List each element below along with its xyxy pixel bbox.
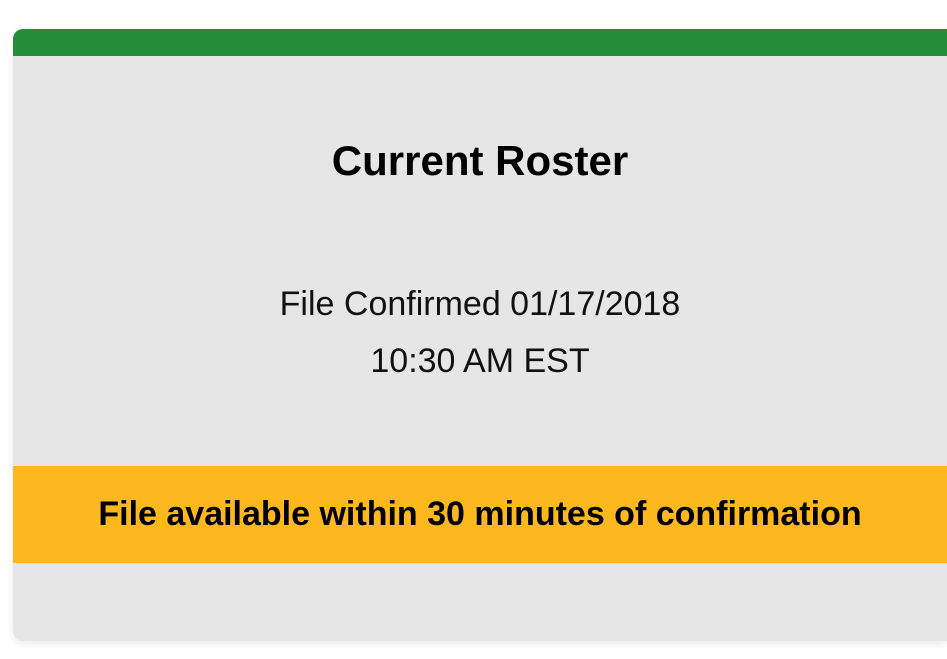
confirmation-date: File Confirmed 01/17/2018: [279, 285, 681, 323]
confirmation-time: 10:30 AM EST: [370, 342, 590, 380]
availability-notice-banner: File available within 30 minutes of conf…: [13, 466, 947, 563]
status-bar: [13, 29, 947, 56]
availability-notice-text: File available within 30 minutes of conf…: [98, 495, 862, 533]
card-title: Current Roster: [331, 137, 629, 184]
roster-card: Current Roster File Confirmed 01/17/2018…: [13, 29, 947, 641]
